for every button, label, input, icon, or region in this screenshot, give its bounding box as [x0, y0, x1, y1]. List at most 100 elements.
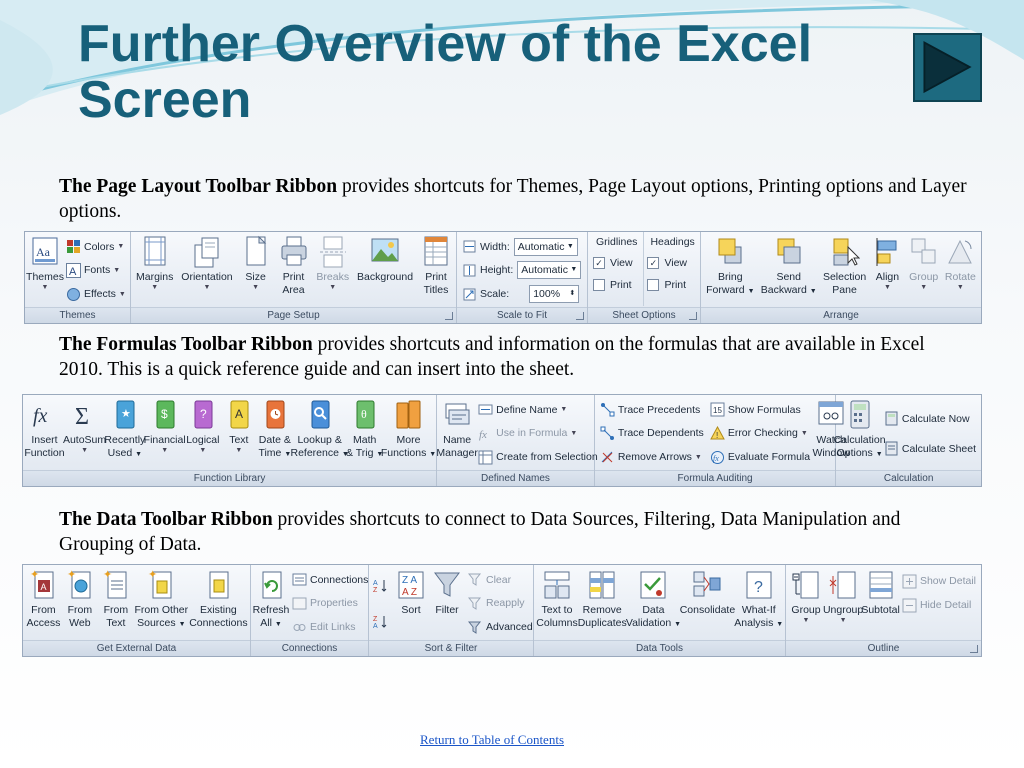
return-to-contents-link[interactable]: Return to Table of Contents	[420, 732, 564, 748]
gridlines-print-checkbox[interactable]: Print	[593, 274, 640, 296]
remove-arrows-button[interactable]: Remove Arrows ▼	[600, 446, 704, 468]
fx-icon: fx	[33, 405, 48, 427]
margins-button[interactable]: Margins ▼	[133, 235, 176, 306]
data-ribbon: A ✦ From Access ✦ From Web ✦ From Text ✦ …	[22, 564, 982, 657]
clear-label: Clear	[486, 573, 512, 586]
date-time-button[interactable]: Date & Time ▼	[257, 398, 293, 469]
edit-links-button[interactable]: Edit Links	[292, 616, 368, 638]
sort-za-button[interactable]: ZA	[373, 610, 391, 632]
error-checking-button[interactable]: ! Error Checking ▼	[709, 422, 810, 444]
bring-forward-button[interactable]: Bring Forward ▼	[703, 235, 757, 306]
calculate-now-button[interactable]: Calculate Now	[884, 408, 976, 430]
size-button[interactable]: Size ▼	[238, 235, 274, 306]
financial-button[interactable]: $ Financial ▼	[144, 398, 186, 469]
what-if-analysis-button[interactable]: ? What-If Analysis ▼	[734, 568, 783, 639]
print-titles-button[interactable]: Print Titles	[418, 235, 454, 306]
sort-az-button[interactable]: AZ	[373, 575, 391, 597]
align-button[interactable]: Align ▼	[869, 235, 905, 306]
send-backward-label-2: Backward ▼	[760, 284, 817, 296]
logical-button[interactable]: ? Logical ▼	[185, 398, 221, 469]
remove-duplicates-button[interactable]: Remove Duplicates	[578, 568, 627, 639]
colors-button[interactable]: Colors ▼	[66, 236, 126, 258]
from-web-button[interactable]: ✦ From Web	[62, 568, 98, 639]
create-from-selection-button[interactable]: Create from Selection	[478, 446, 598, 468]
scale-to-fit-launcher-icon[interactable]	[576, 312, 584, 320]
from-access-button[interactable]: A ✦ From Access	[25, 568, 62, 639]
filter-button[interactable]: Filter	[429, 568, 465, 639]
connections-button[interactable]: Connections	[292, 569, 368, 591]
calc-options-label-1: Calculation	[833, 434, 886, 446]
from-web-label-2: Web	[69, 617, 91, 629]
evaluate-formula-button[interactable]: fx Evaluate Formula	[710, 446, 810, 468]
send-backward-button[interactable]: Send Backward ▼	[758, 235, 820, 306]
scale-spinner[interactable]: 100% ⬍	[529, 285, 580, 304]
page-setup-launcher-icon[interactable]	[445, 312, 453, 320]
recently-used-button[interactable]: ★ Recently Used ▼	[104, 398, 145, 469]
group-label-outline: Outline	[786, 640, 981, 656]
calculate-sheet-button[interactable]: Calculate Sheet	[884, 438, 976, 460]
fonts-button[interactable]: A Fonts ▼	[66, 259, 126, 281]
orientation-label: Orientation	[181, 271, 233, 283]
effects-button[interactable]: Effects ▼	[66, 283, 126, 305]
selection-pane-button[interactable]: Selection Pane	[820, 235, 869, 306]
properties-button[interactable]: Properties	[292, 592, 368, 614]
advanced-button[interactable]: Advanced	[468, 616, 533, 638]
from-other-sources-button[interactable]: ✦ From Other Sources ▼	[134, 568, 189, 639]
consolidate-button[interactable]: Consolidate	[680, 568, 735, 639]
autosum-button[interactable]: Σ AutoSum ▼	[63, 398, 106, 469]
show-formulas-button[interactable]: 15 Show Formulas	[710, 399, 810, 421]
group-formula-auditing: Trace Precedents Trace Dependents Remove…	[594, 395, 850, 486]
outline-launcher-icon[interactable]	[970, 645, 978, 653]
from-access-label-2: Access	[26, 617, 61, 629]
reapply-button[interactable]: Reapply	[468, 592, 533, 614]
lookup-reference-button[interactable]: Lookup & Reference ▼	[291, 398, 349, 469]
formulas-ribbon: fx Insert Function Σ AutoSum ▼ ★ Recently…	[22, 394, 982, 487]
breaks-button[interactable]: Breaks ▼	[313, 235, 352, 306]
trace-dependents-button[interactable]: Trace Dependents	[600, 422, 704, 444]
subtotal-button[interactable]: Subtotal	[861, 568, 900, 639]
group-objects-button[interactable]: Group ▼	[906, 235, 942, 306]
group-rows-button[interactable]: Group ▼	[788, 568, 824, 639]
group-rows-label: Group	[791, 604, 820, 617]
create-from-selection-label: Create from Selection	[496, 451, 598, 464]
headings-view-checkbox[interactable]: ✓ View	[647, 252, 697, 274]
rotate-button[interactable]: Rotate ▼	[942, 235, 979, 306]
hide-detail-button[interactable]: Hide Detail	[902, 594, 976, 616]
from-text-button[interactable]: ✦ From Text	[98, 568, 134, 639]
print-area-button[interactable]: Print Area	[276, 235, 312, 306]
existing-connections-button[interactable]: Existing Connections	[189, 568, 248, 639]
orientation-button[interactable]: Orientation ▼	[178, 235, 235, 306]
chevron-down-icon: ▼	[41, 284, 49, 291]
sort-button[interactable]: Z AA Z Sort	[393, 568, 429, 639]
data-validation-icon	[640, 571, 666, 599]
use-in-formula-button[interactable]: fx Use in Formula ▼	[478, 422, 598, 444]
show-detail-button[interactable]: Show Detail	[902, 570, 976, 592]
sheet-options-launcher-icon[interactable]	[689, 312, 697, 320]
width-select[interactable]: Automatic ▼	[513, 237, 578, 256]
data-validation-button[interactable]: Data Validation ▼	[626, 568, 681, 639]
trace-precedents-button[interactable]: Trace Precedents	[600, 399, 704, 421]
text-to-columns-button[interactable]: Text to Columns	[536, 568, 578, 639]
ungroup-button[interactable]: Ungroup ▼	[823, 568, 863, 639]
headings-print-checkbox[interactable]: Print	[647, 274, 697, 296]
svg-text:A: A	[373, 623, 378, 629]
filter-funnel-icon	[434, 572, 460, 597]
background-button[interactable]: Background	[354, 235, 416, 306]
height-select[interactable]: Automatic ▼	[517, 261, 582, 280]
next-slide-button[interactable]	[913, 33, 982, 102]
group-get-external-data: A ✦ From Access ✦ From Web ✦ From Text ✦ …	[23, 565, 251, 656]
math-trig-button[interactable]: θ Math & Trig ▼	[346, 398, 383, 469]
insert-function-button[interactable]: fx Insert Function	[24, 398, 64, 469]
text-button[interactable]: A Text ▼	[221, 398, 257, 469]
gridlines-view-checkbox[interactable]: ✓ View	[593, 252, 640, 274]
more-functions-button[interactable]: More Functions ▼	[381, 398, 436, 469]
refresh-all-button[interactable]: Refresh All ▼	[253, 568, 289, 639]
define-name-button[interactable]: Define Name ▼	[478, 399, 598, 421]
name-manager-button[interactable]: Name Manager	[436, 398, 478, 469]
svg-text:A Z: A Z	[402, 587, 417, 598]
clear-button[interactable]: Clear	[468, 569, 533, 591]
paragraph-page-layout: The Page Layout Toolbar Ribbon provides …	[59, 174, 969, 224]
calculation-options-button[interactable]: Calculation Options ▼	[834, 398, 886, 469]
group-arrange: Bring Forward ▼ Send Backward ▼ Selectio…	[701, 232, 981, 323]
themes-button[interactable]: Aa Themes ▼	[26, 235, 64, 306]
